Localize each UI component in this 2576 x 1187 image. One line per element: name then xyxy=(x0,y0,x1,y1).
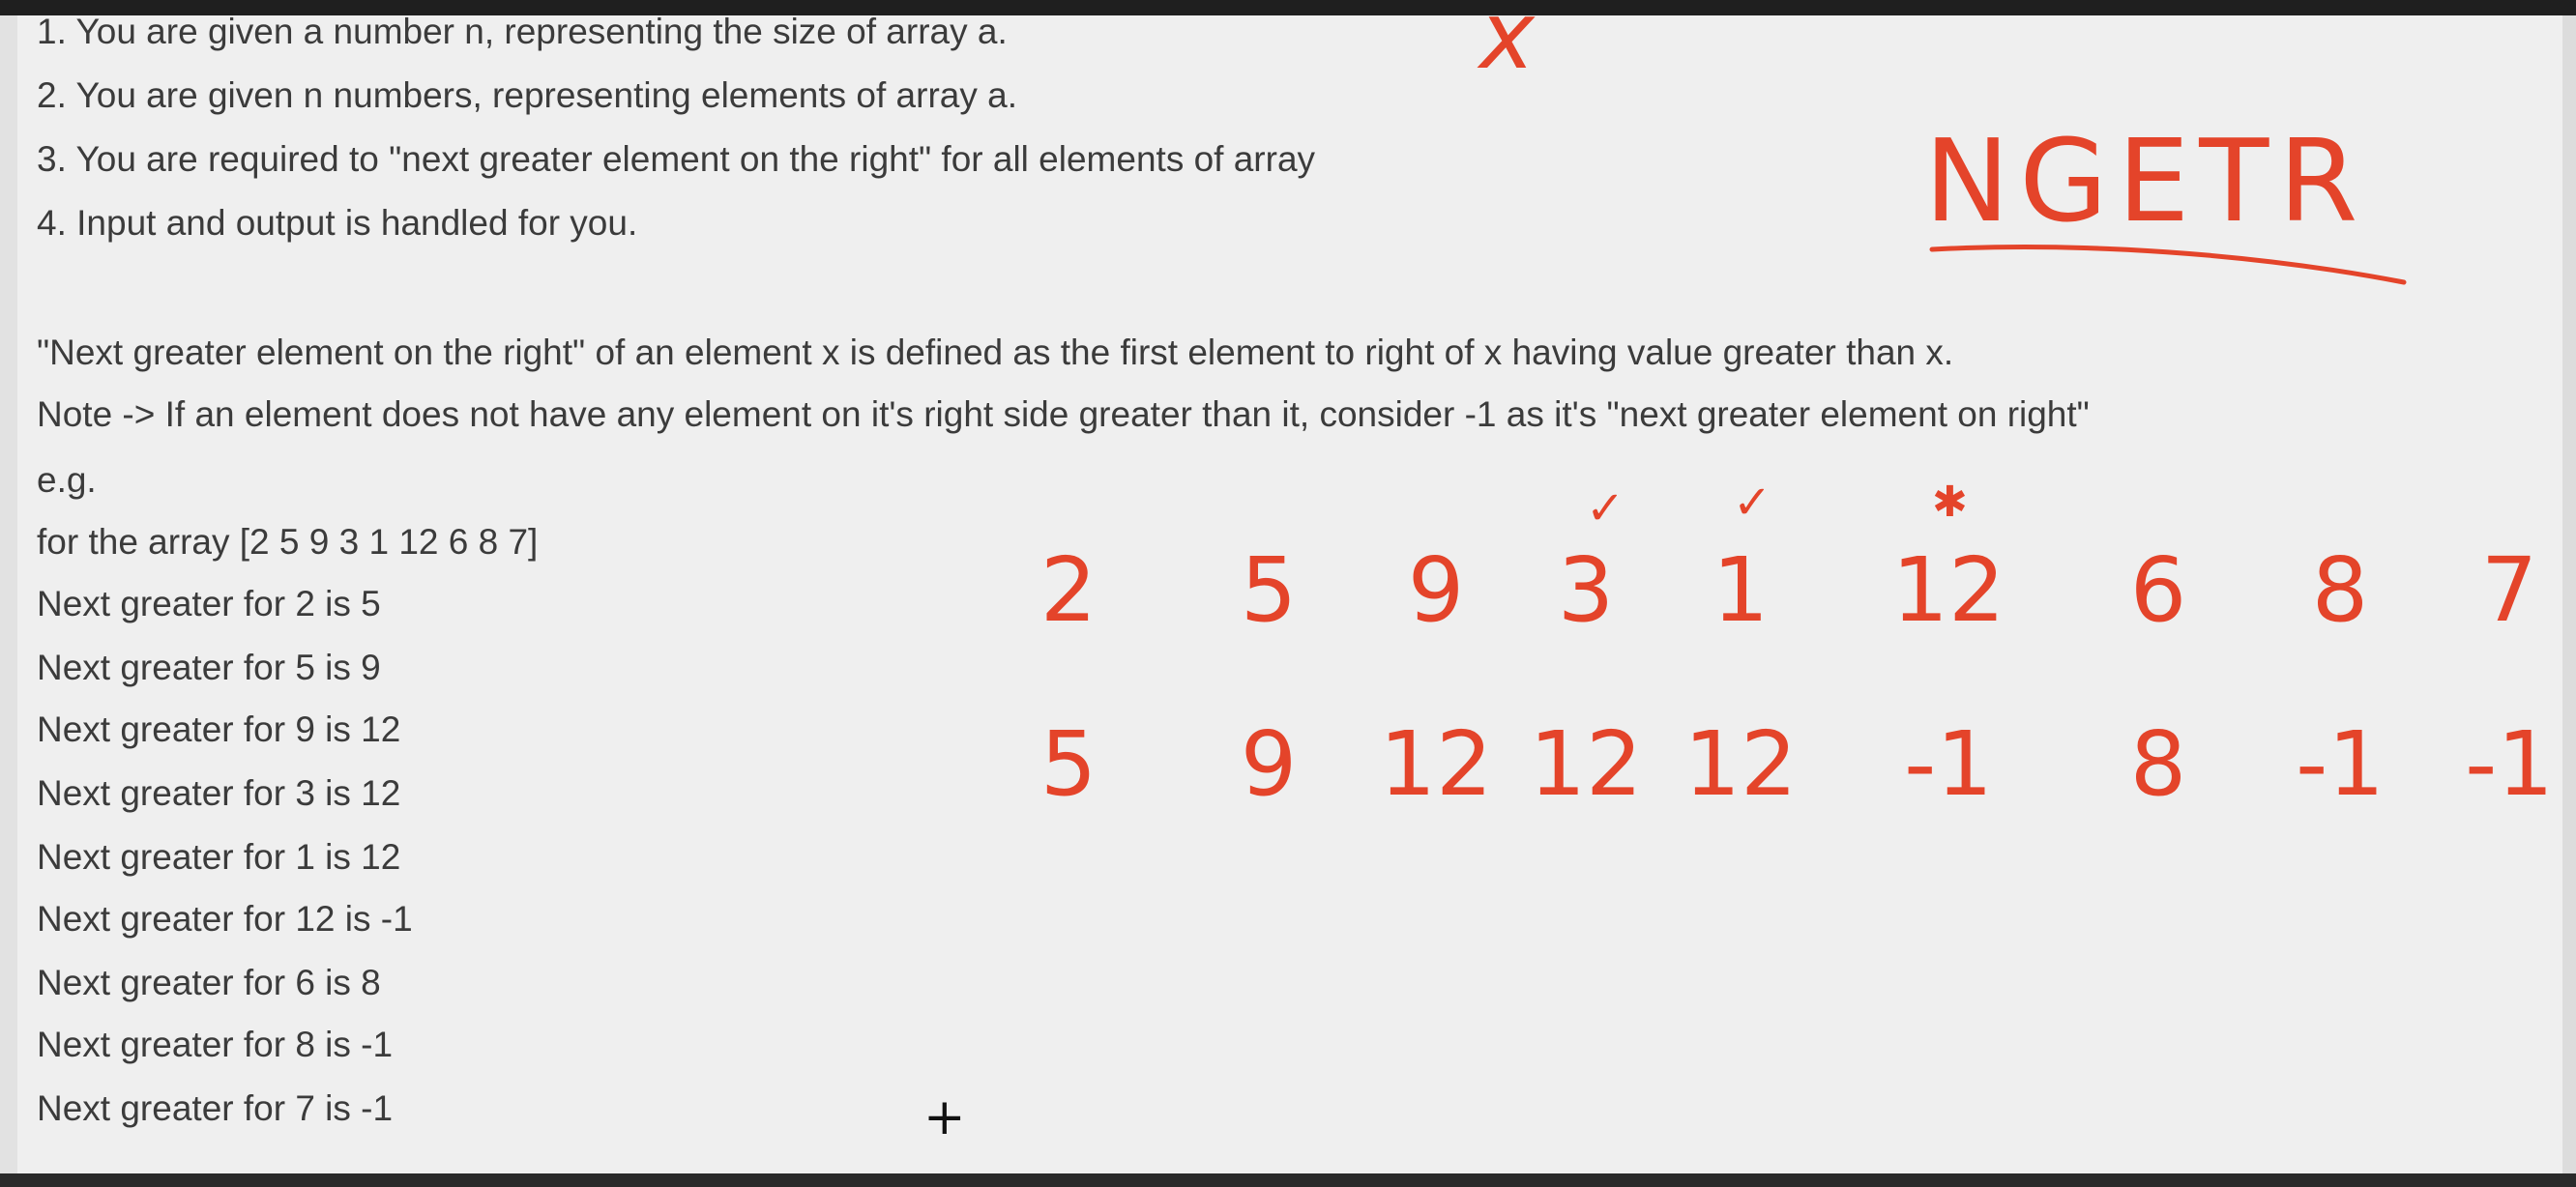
tick-mark: ✓ xyxy=(1586,481,1625,536)
handwritten-input-number: 6 xyxy=(2130,538,2187,642)
handwritten-input-number: 1 xyxy=(1712,538,1770,642)
star-mark: ✱ xyxy=(1932,478,1968,527)
handwritten-output-number: -1 xyxy=(1904,712,1993,816)
handwritten-input-row: 2 5 9 3 1 12 6 8 7 xyxy=(1040,538,2538,642)
handwritten-output-number: -1 xyxy=(2296,712,2385,816)
handwritten-input-number: 8 xyxy=(2312,538,2369,642)
handwritten-output-number: 12 xyxy=(1379,712,1492,816)
handwritten-x-mark: x xyxy=(1477,0,1536,90)
handwritten-output-number: 8 xyxy=(2130,712,2187,816)
handwritten-input-number: 2 xyxy=(1040,538,1098,642)
handwritten-output-number: 5 xyxy=(1040,712,1098,816)
document-screen: 1. You are given a number n, representin… xyxy=(0,0,2576,1187)
handwritten-input-number: 9 xyxy=(1408,538,1465,642)
handwritten-output-number: 12 xyxy=(1683,712,1797,816)
acronym-underline xyxy=(1929,245,2407,285)
handwritten-output-number: 12 xyxy=(1529,712,1642,816)
handwritten-input-number: 3 xyxy=(1558,538,1615,642)
tick-mark: ✓ xyxy=(1733,476,1771,530)
handwritten-input-number: 5 xyxy=(1241,538,1298,642)
handwritten-input-number: 12 xyxy=(1891,538,2005,642)
handwriting-layer: x NGETR ✓ ✓ ✱ 2 5 9 3 1 12 6 8 7 5 9 12 12 12 -1 8 -1 -1 xyxy=(1040,0,2554,816)
handwritten-input-number: 7 xyxy=(2481,538,2538,642)
handwritten-acronym: NGETR xyxy=(1924,114,2367,247)
cursor-crosshair-icon: + xyxy=(923,1088,966,1146)
handwritten-output-number: -1 xyxy=(2465,712,2554,816)
handwritten-output-number: 9 xyxy=(1241,712,1298,816)
handwritten-output-row: 5 9 12 12 12 -1 8 -1 -1 xyxy=(1040,712,2554,816)
